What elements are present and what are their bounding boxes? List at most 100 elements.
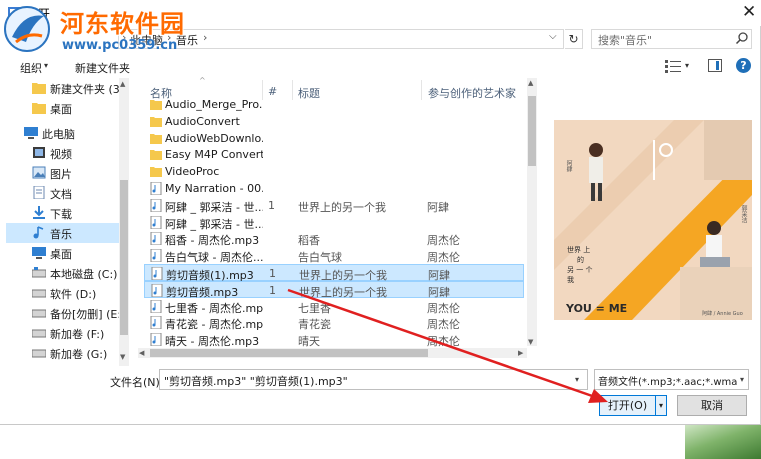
audio-file-icon (150, 249, 162, 263)
nav-item-desktop[interactable]: 桌面 (6, 243, 123, 263)
file-name: AudioWebDownlo... (165, 131, 263, 145)
chevron-down-icon[interactable]: ▾ (740, 375, 744, 384)
file-row[interactable]: 阿肆 _ 郭采洁 - 世... (144, 214, 524, 231)
nav-item-label: 本地磁盘 (C:) (50, 268, 118, 281)
chevron-down-icon[interactable]: ▾ (575, 375, 579, 384)
chevron-down-icon[interactable]: ▾ (685, 61, 689, 70)
nav-item-pictures[interactable]: 图片 (6, 163, 123, 183)
file-row[interactable]: AudioConvert (144, 113, 524, 130)
file-artist: 阿肆 (427, 200, 449, 214)
file-artist: 周杰伦 (427, 335, 460, 349)
file-list-hscrollbar-thumb[interactable] (150, 349, 428, 357)
nav-item-label: 音乐 (50, 228, 72, 241)
chevron-down-icon[interactable]: ▾ (44, 61, 48, 70)
file-track-number: 1 (268, 198, 275, 212)
drive-icon (32, 329, 46, 338)
file-row[interactable]: Audio_Merge_Pro... (144, 96, 524, 113)
scroll-down-icon[interactable]: ▼ (120, 353, 125, 361)
scroll-up-icon[interactable]: ▲ (528, 79, 533, 87)
file-row[interactable]: My Narration - 00... (144, 180, 524, 197)
nav-item-drive-c[interactable]: 本地磁盘 (C:) (6, 263, 123, 283)
nav-item-drive-e[interactable]: 备份[勿删] (E:) (6, 303, 125, 323)
folder-icon (150, 133, 162, 144)
file-row[interactable]: 告白气球 - 周杰伦.... 告白气球 周杰伦 (144, 247, 524, 264)
search-placeholder: 搜索"音乐" (598, 34, 653, 47)
lyrics-line: 的 (577, 256, 584, 264)
close-icon[interactable]: ✕ (742, 2, 756, 22)
drive-icon (32, 267, 46, 278)
file-name: Audio_Merge_Pro... (165, 98, 263, 111)
view-options-icon[interactable] (665, 59, 681, 73)
audio-file-icon (150, 182, 162, 195)
album-name-left: 阿肆 (565, 160, 572, 172)
scroll-left-icon[interactable]: ◀ (139, 349, 144, 357)
open-file-dialog: 打开 ✕ › 此电脑 › 音乐 › ⌵ ↻ 搜索"音乐" 河东软件园 www.p… (0, 0, 761, 425)
folder-icon (150, 150, 162, 161)
file-track-number: 1 (269, 267, 276, 280)
audio-file-icon (150, 299, 162, 313)
scroll-up-icon[interactable]: ▲ (120, 80, 125, 88)
open-split-dropdown[interactable]: ▾ (655, 395, 667, 416)
background-bottom (0, 425, 685, 459)
album-art-preview: 世界 上 的 另 一 个 我 阿肆 / Annie Guo 阿肆 郭采洁 (554, 120, 752, 320)
file-name: AudioConvert (165, 114, 240, 128)
nav-item-label: 软件 (D:) (50, 288, 97, 301)
album-name-right: 郭采洁 (740, 205, 747, 223)
file-artist: 周杰伦 (427, 301, 460, 315)
file-row[interactable]: 青花瓷 - 周杰伦.mp3 青花瓷 周杰伦 (144, 314, 524, 331)
nav-item-videos[interactable]: 视频 (6, 143, 123, 163)
search-icon[interactable] (735, 31, 749, 45)
file-list-vscrollbar-thumb[interactable] (528, 96, 536, 166)
audio-file-icon (151, 267, 163, 280)
breadcrumb-separator: › (203, 31, 208, 44)
background-wallpaper (685, 425, 761, 459)
nav-item-label: 桌面 (50, 248, 72, 261)
watermark-logo (4, 6, 50, 52)
file-name: 晴天 - 周杰伦.mp3 (165, 335, 260, 349)
nav-item-downloads[interactable]: 下载 (6, 203, 123, 223)
file-row[interactable]: 七里香 - 周杰伦.mp3 七里香 周杰伦 (144, 298, 524, 315)
file-row[interactable]: Easy M4P Convert... (144, 146, 524, 163)
nav-item-label: 视频 (50, 148, 72, 161)
file-row[interactable]: 晴天 - 周杰伦.mp3 晴天 周杰伦 (144, 331, 524, 348)
help-icon[interactable]: ? (736, 58, 751, 73)
file-row[interactable]: 剪切音频.mp3 1 世界上的另一个我 阿肆 (144, 280, 524, 299)
nav-item-documents[interactable]: 文档 (6, 183, 123, 203)
nav-item-music[interactable]: 音乐 (6, 223, 123, 243)
open-button[interactable]: 打开(O) (599, 395, 656, 416)
file-artist: 周杰伦 (427, 234, 460, 248)
new-folder-button[interactable]: 新建文件夹 (75, 60, 130, 76)
scroll-right-icon[interactable]: ▶ (518, 349, 523, 357)
nav-item-this-pc[interactable]: 此电脑 (6, 123, 123, 143)
file-track-number: 1 (269, 283, 276, 297)
preview-pane-icon[interactable] (708, 59, 722, 72)
folder-icon (32, 83, 46, 94)
file-row[interactable]: VideoProc (144, 163, 524, 180)
scroll-down-icon[interactable]: ▼ (528, 338, 533, 346)
folder-icon (32, 103, 46, 114)
refresh-icon[interactable]: ↻ (565, 29, 583, 49)
organize-button[interactable]: 组织 (20, 60, 42, 76)
nav-scrollbar-thumb[interactable] (120, 180, 128, 335)
music-icon (33, 226, 44, 239)
navigation-pane: 新建文件夹 (3) 桌面 此电脑 视频 图片 文档 下载 音乐 桌面 本地磁盘 … (6, 78, 131, 366)
nav-item-drive-f[interactable]: 新加卷 (F:) (6, 323, 123, 343)
cancel-button[interactable]: 取消 (677, 395, 747, 416)
nav-item-drive-d[interactable]: 软件 (D:) (6, 283, 123, 303)
file-row[interactable]: 稻香 - 周杰伦.mp3 稻香 周杰伦 (144, 230, 524, 247)
audio-file-icon (150, 333, 162, 347)
documents-icon (33, 186, 45, 199)
nav-item-label: 新加卷 (G:) (50, 348, 108, 361)
nav-item-drive-g[interactable]: 新加卷 (G:) (6, 343, 123, 363)
nav-item-new-folder-3[interactable]: 新建文件夹 (3) (6, 78, 124, 98)
file-artist: 周杰伦 (427, 318, 460, 332)
audio-file-icon (151, 283, 163, 297)
file-row[interactable]: 剪切音频(1).mp3 1 世界上的另一个我 阿肆 (144, 264, 524, 282)
file-row[interactable]: 阿肆 _ 郭采洁 - 世... 1 世界上的另一个我 阿肆 (144, 197, 524, 214)
address-dropdown-icon[interactable]: ⌵ (549, 31, 557, 42)
nav-item-desktop-folder[interactable]: 桌面 (6, 98, 123, 118)
watermark-url: www.pc0359.cn (62, 38, 178, 53)
file-row[interactable]: AudioWebDownlo... (144, 130, 524, 147)
album-artists: 阿肆 / Annie Guo (702, 311, 743, 317)
file-title: 稻香 (298, 234, 320, 248)
